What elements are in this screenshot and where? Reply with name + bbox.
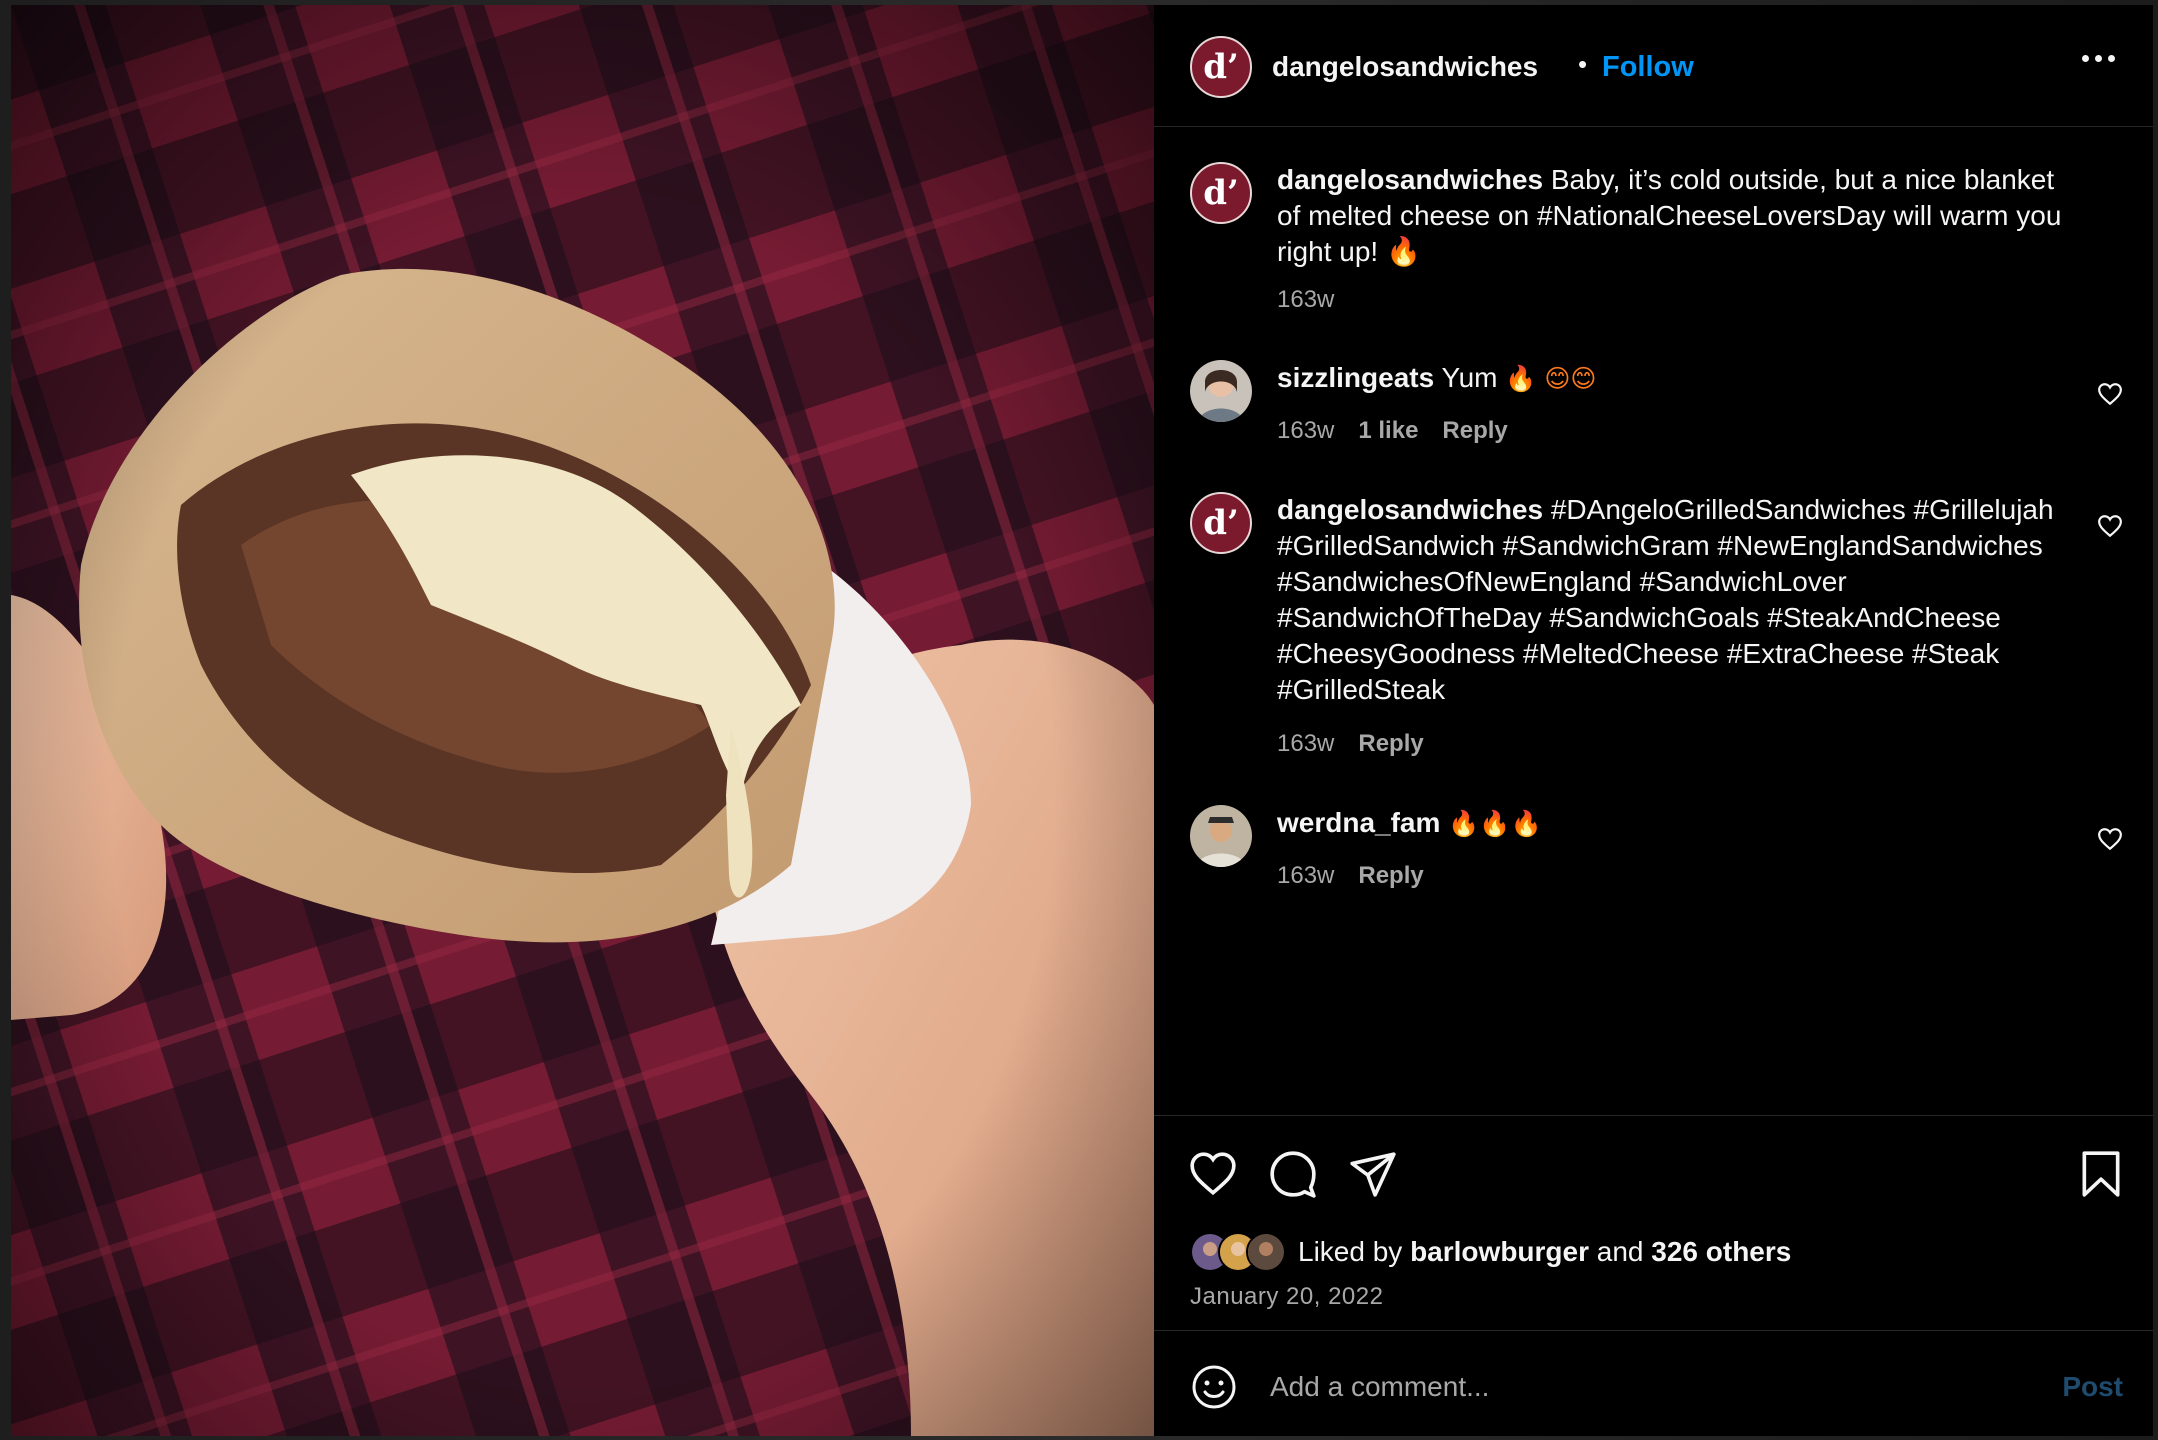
- caption-avatar[interactable]: d’: [1190, 162, 1252, 224]
- comment-time[interactable]: 163w: [1277, 862, 1334, 890]
- caption-username[interactable]: dangelosandwiches: [1277, 164, 1543, 195]
- comment-time[interactable]: 163w: [1277, 730, 1334, 758]
- heart-small-icon[interactable]: [2097, 382, 2123, 406]
- comment-text: Yum: [1441, 362, 1498, 393]
- heart-small-icon[interactable]: [2097, 827, 2123, 851]
- comment-meta: 163w Reply: [1277, 862, 1424, 890]
- liked-by-and: and: [1596, 1236, 1644, 1267]
- reply-button[interactable]: Reply: [1358, 730, 1423, 758]
- reply-button[interactable]: Reply: [1442, 417, 1507, 445]
- comment-emoji: 🔥🔥🔥: [1448, 809, 1542, 838]
- comment-time[interactable]: 163w: [1277, 417, 1334, 445]
- liked-by: Liked by barlowburger and 326 others: [1190, 1232, 1791, 1272]
- comment-text: #DAngeloGrilledSandwiches #Grillelujah #…: [1277, 494, 2054, 705]
- comment-meta: 163w Reply: [1277, 730, 1424, 758]
- post-actions: Liked by barlowburger and 326 others Jan…: [1154, 1115, 2153, 1335]
- commenter-avatar[interactable]: d’: [1190, 492, 1252, 554]
- comment-body: werdna_fam 🔥🔥🔥: [1277, 805, 2077, 842]
- comment-username[interactable]: werdna_fam: [1277, 807, 1440, 838]
- heart-small-icon[interactable]: [2097, 514, 2123, 538]
- share-icon[interactable]: [1348, 1149, 1398, 1199]
- author-avatar[interactable]: d’: [1190, 36, 1252, 98]
- comment-body: dangelosandwiches #DAngeloGrilledSandwic…: [1277, 492, 2067, 708]
- liked-by-prefix: Liked by: [1298, 1236, 1403, 1267]
- post-side-panel: d’ dangelosandwiches • Follow d’ dangelo…: [1154, 5, 2153, 1436]
- caption-avatar-letter: d’: [1203, 173, 1239, 213]
- like-icon[interactable]: [1188, 1149, 1238, 1199]
- liked-by-text: Liked by barlowburger and 326 others: [1298, 1236, 1791, 1268]
- post-comment-button[interactable]: Post: [2062, 1371, 2123, 1403]
- comment-username[interactable]: dangelosandwiches: [1277, 494, 1543, 525]
- post-date[interactable]: January 20, 2022: [1190, 1283, 1383, 1311]
- comment-emoji: 🔥 😊😊: [1505, 364, 1597, 393]
- post-header: d’ dangelosandwiches • Follow: [1154, 5, 2153, 127]
- comment-input[interactable]: [1268, 1361, 2012, 1413]
- emoji-icon[interactable]: [1190, 1363, 1238, 1411]
- author-username[interactable]: dangelosandwiches: [1272, 51, 1538, 83]
- header-separator: •: [1578, 49, 1588, 79]
- comment-body: sizzlingeats Yum 🔥 😊😊: [1277, 360, 2077, 397]
- reply-button[interactable]: Reply: [1358, 862, 1423, 890]
- more-options-icon[interactable]: [2082, 55, 2115, 62]
- bookmark-icon[interactable]: [2076, 1149, 2126, 1199]
- comment-likes[interactable]: 1 like: [1358, 417, 1418, 445]
- follow-button[interactable]: Follow: [1602, 51, 1694, 84]
- author-avatar-letter: d’: [1203, 47, 1239, 87]
- add-comment-bar: Post: [1154, 1330, 2153, 1436]
- liker-avatar[interactable]: [1246, 1232, 1286, 1272]
- commenter-avatar-letter: d’: [1203, 503, 1239, 543]
- caption-time[interactable]: 163w: [1277, 286, 1334, 314]
- caption-body: dangelosandwiches Baby, it’s cold outsid…: [1277, 162, 2077, 270]
- liked-by-others[interactable]: 326 others: [1651, 1236, 1791, 1267]
- commenter-avatar[interactable]: [1190, 805, 1252, 867]
- comment-meta: 163w 1 like Reply: [1277, 417, 1508, 445]
- liked-by-user[interactable]: barlowburger: [1410, 1236, 1589, 1267]
- post-photo: [11, 5, 1154, 1436]
- comment-username[interactable]: sizzlingeats: [1277, 362, 1434, 393]
- commenter-avatar[interactable]: [1190, 360, 1252, 422]
- caption-meta: 163w: [1277, 286, 1334, 314]
- post-modal: d’ dangelosandwiches • Follow d’ dangelo…: [11, 5, 2153, 1436]
- comment-icon[interactable]: [1268, 1149, 1318, 1199]
